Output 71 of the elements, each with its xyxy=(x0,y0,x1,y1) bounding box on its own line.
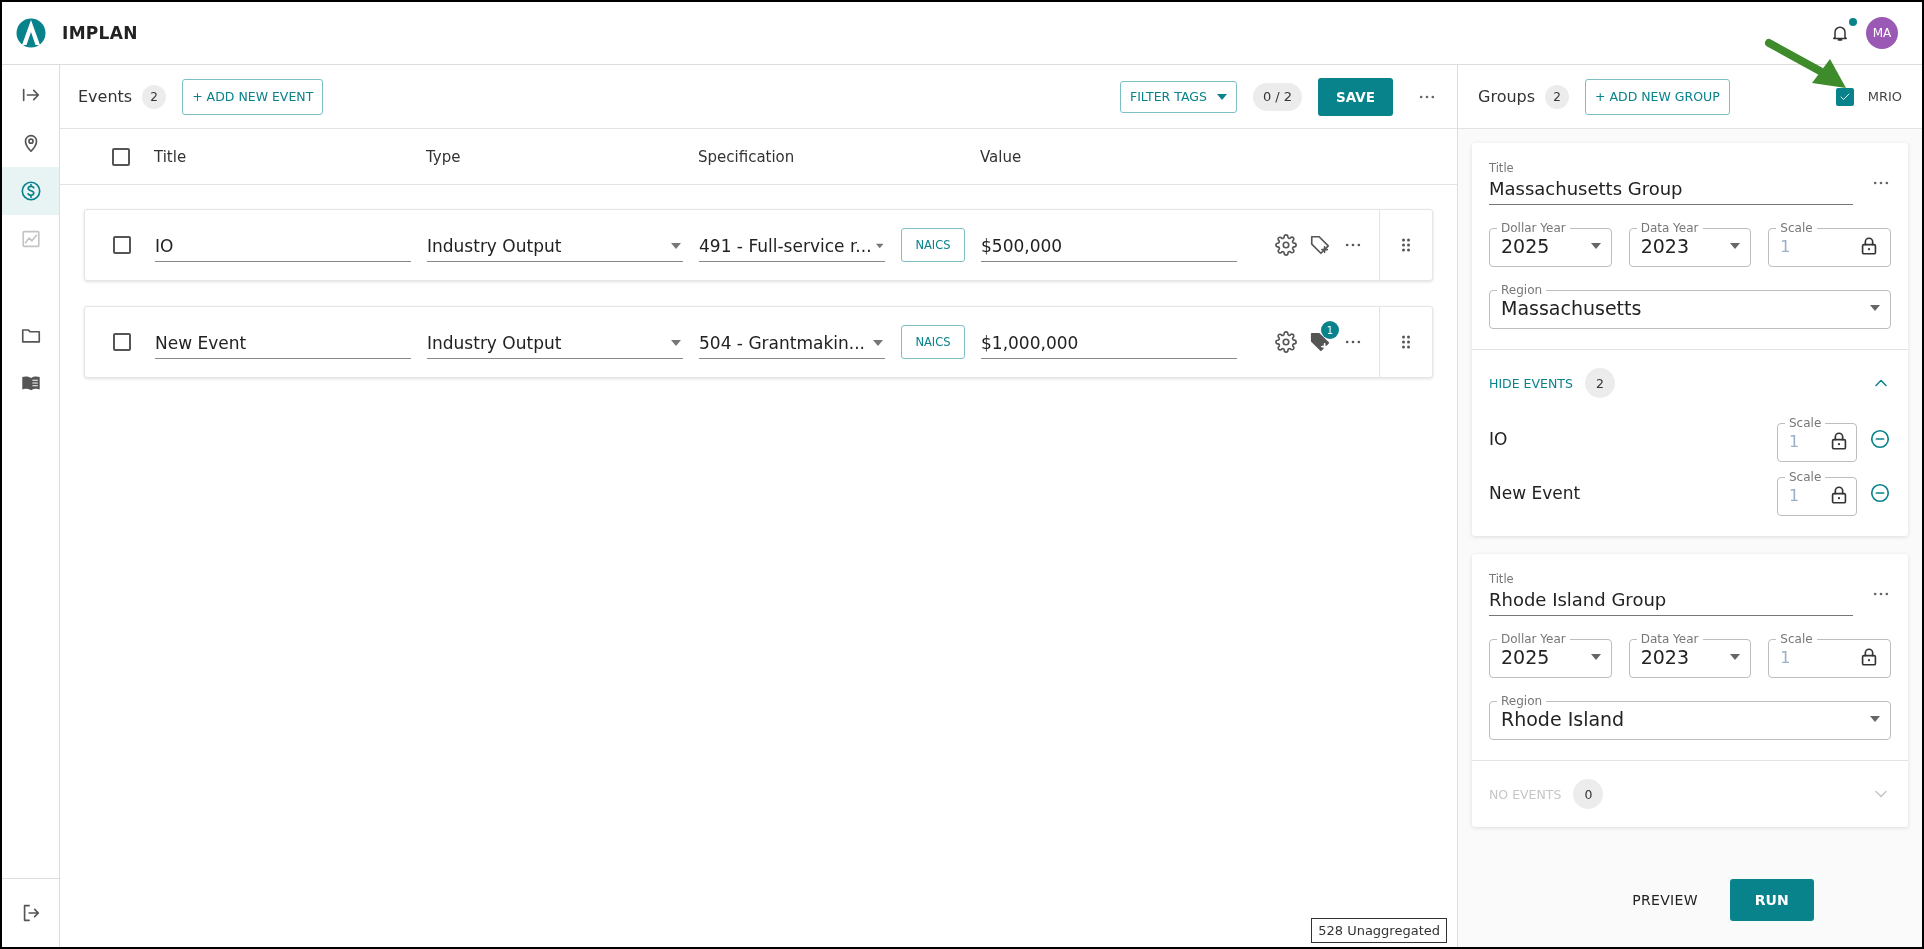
sidebar-item[interactable] xyxy=(2,167,59,215)
year-select[interactable]: Data Year 2023 xyxy=(1628,632,1752,678)
specification-select[interactable]: 504 - Grantmakin... xyxy=(699,325,885,359)
caret-icon xyxy=(1216,93,1227,100)
add-event-button[interactable]: + ADD NEW EVENT xyxy=(182,78,324,115)
value-field[interactable]: $500,000 xyxy=(981,228,1237,262)
year-select[interactable]: Dollar Year 2025 xyxy=(1489,632,1612,678)
caret-icon xyxy=(671,339,681,346)
caret-icon xyxy=(1590,243,1601,249)
scale-field[interactable]: Scale 1 xyxy=(1768,221,1891,267)
section-title: Groups xyxy=(1478,87,1536,106)
remove-icon[interactable] xyxy=(1869,428,1891,450)
select-all-checkbox[interactable] xyxy=(112,147,130,166)
events-toggle[interactable]: HIDE EVENTS xyxy=(1489,375,1573,391)
count-badge: 2 xyxy=(1584,368,1615,398)
column-header: Specification xyxy=(698,147,796,166)
region-select[interactable]: Region Massachusetts xyxy=(1489,283,1891,329)
row-checkbox[interactable] xyxy=(113,236,131,254)
user-avatar[interactable]: MA xyxy=(1866,17,1898,49)
filter-tags-button[interactable]: FILTER TAGS xyxy=(1119,80,1237,113)
count-badge: 2 xyxy=(142,84,167,109)
caret-icon xyxy=(873,339,883,346)
value-field[interactable]: $1,000,000 xyxy=(981,325,1237,359)
count-badge: 0 xyxy=(1573,779,1604,809)
logo-icon xyxy=(16,17,46,49)
region-select[interactable]: Region Rhode Island xyxy=(1489,694,1891,740)
settings-icon[interactable] xyxy=(1275,331,1297,353)
specification-select[interactable]: 491 - Full-service r... xyxy=(699,228,885,262)
chart-icon xyxy=(19,228,42,250)
title-field[interactable]: Title Rhode Island Group xyxy=(1489,572,1853,616)
column-header: Type xyxy=(426,147,462,166)
caret-icon xyxy=(1730,243,1741,249)
remove-icon[interactable] xyxy=(1869,482,1891,504)
caret-icon xyxy=(1590,654,1601,660)
run-button[interactable]: RUN xyxy=(1729,879,1814,921)
title-field[interactable]: Title Massachusetts Group xyxy=(1489,161,1853,205)
caret-icon xyxy=(1730,654,1741,660)
tag-plus-icon[interactable] xyxy=(1309,234,1331,256)
caret-icon xyxy=(671,242,681,249)
selection-count: 0 / 2 xyxy=(1252,82,1303,111)
settings-icon[interactable] xyxy=(1275,234,1297,256)
dollar-icon xyxy=(19,180,42,202)
mrio-checkbox[interactable] xyxy=(1835,87,1854,106)
caret-icon xyxy=(1870,716,1880,722)
tag-count-badge: 1 xyxy=(1321,321,1339,339)
scale-field[interactable]: Scale 1 xyxy=(1777,416,1857,462)
row-checkbox[interactable] xyxy=(113,333,131,351)
caret-icon xyxy=(1870,305,1880,311)
save-button[interactable]: SAVE xyxy=(1318,77,1393,116)
column-header: Title xyxy=(154,147,188,166)
status-label: 528 Unaggregated xyxy=(1311,918,1447,943)
type-select[interactable]: Industry Output xyxy=(427,325,683,359)
naics-button[interactable]: NAICS xyxy=(901,228,965,262)
column-header: Value xyxy=(980,147,1023,166)
mrio-label: MRIO xyxy=(1867,89,1902,104)
add-group-button[interactable]: + ADD NEW GROUP xyxy=(1585,78,1730,115)
naics-button[interactable]: NAICS xyxy=(901,325,965,359)
count-badge: 2 xyxy=(1545,84,1570,109)
scale-field[interactable]: Scale 1 xyxy=(1777,470,1857,516)
section-title: Events xyxy=(78,87,133,106)
preview-button[interactable]: PREVIEW xyxy=(1626,891,1704,909)
event-name: IO xyxy=(1489,429,1509,449)
scale-field[interactable]: Scale 1 xyxy=(1768,632,1891,678)
app-name: IMPLAN xyxy=(62,23,138,43)
title-field[interactable]: New Event xyxy=(155,325,411,359)
year-select[interactable]: Data Year 2023 xyxy=(1628,221,1752,267)
title-field[interactable]: IO xyxy=(155,228,411,262)
caret-icon xyxy=(875,242,883,249)
event-name: New Event xyxy=(1489,483,1582,503)
type-select[interactable]: Industry Output xyxy=(427,228,683,262)
year-select[interactable]: Dollar Year 2025 xyxy=(1489,221,1612,267)
